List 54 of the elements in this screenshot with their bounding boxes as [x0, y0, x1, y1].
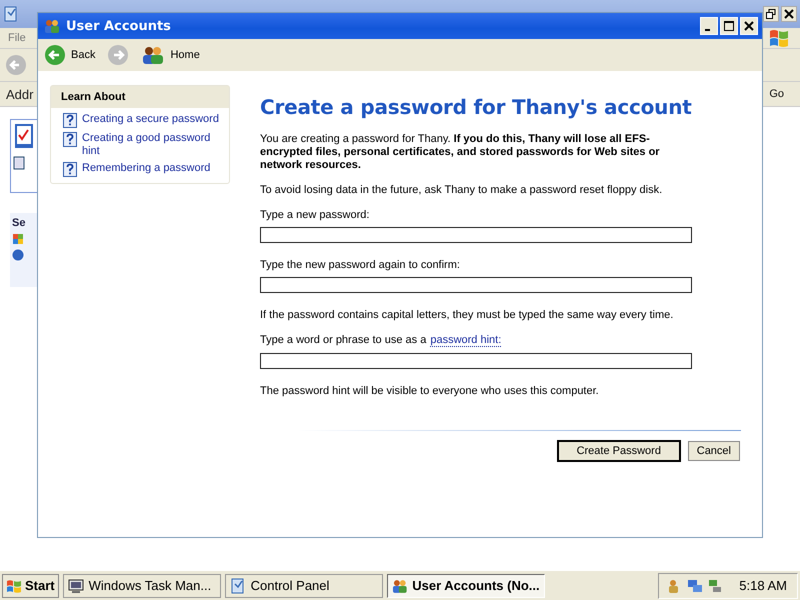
network-icon[interactable] [707, 578, 724, 594]
close-icon [744, 21, 754, 31]
network-icon[interactable] [687, 578, 704, 594]
clock: 5:18 AM [739, 578, 787, 593]
taskbar-button[interactable]: Control Panel [224, 574, 383, 598]
go-button[interactable]: Go [769, 88, 784, 100]
taskbar-button[interactable]: Windows Task Man... [62, 574, 221, 598]
users-icon [141, 45, 166, 65]
monitor-icon [68, 578, 84, 594]
page-heading: Create a password for Thany's account [260, 95, 693, 119]
dialog-button[interactable]: Create Password [558, 441, 680, 461]
dialog-button[interactable]: Cancel [688, 441, 740, 461]
help-icon [63, 113, 77, 128]
flag-logo-icon [6, 578, 22, 592]
advice-text: To avoid losing data in the future, ask Thany to make a password reset floppy disk. [260, 184, 664, 197]
panel-heading: Se [12, 217, 26, 229]
panel-heading: Learn About [51, 86, 229, 108]
checklist-icon [13, 122, 35, 150]
back-button[interactable]: Back [42, 44, 98, 66]
users-icon [44, 18, 60, 34]
address-label: Addr [6, 86, 34, 102]
field-label: Type a word or phrase to use as a [260, 334, 426, 347]
input-field[interactable] [260, 277, 692, 293]
taskbar-button[interactable]: User Accounts (No... [386, 574, 545, 598]
note-text: If the password contains capital letters, they must be typed the same way every time. [260, 309, 674, 322]
restore-button[interactable] [763, 6, 779, 22]
field-label: Type a new password: [260, 209, 370, 221]
users-icon [392, 578, 408, 594]
help-icon [63, 132, 77, 147]
menu-item[interactable]: File [8, 32, 26, 44]
note-text: The password hint will be visible to everyone who uses this computer. [260, 385, 600, 398]
window-title: User Accounts [66, 18, 171, 34]
flag-icon [12, 233, 24, 245]
help-icon [63, 162, 77, 177]
help-icon [12, 249, 24, 261]
password-hint-link[interactable]: password hint: [430, 334, 502, 347]
control-panel-icon [230, 578, 246, 594]
minimize-icon [705, 29, 710, 31]
start-button[interactable]: Start [2, 574, 59, 598]
minimize-button[interactable] [700, 17, 718, 35]
close-button[interactable] [781, 6, 797, 22]
document-icon [13, 156, 25, 170]
input-field[interactable] [260, 353, 692, 369]
help-link[interactable]: Remembering a password [82, 162, 210, 175]
home-button[interactable]: Home [139, 45, 202, 65]
maximize-icon [724, 21, 734, 31]
control-panel-icon [3, 6, 19, 22]
intro-text: You are creating a password for Thany. If you do this, Thany will lose all EFS-encrypted files, personal certificates, and stored passwords for Web sites or network resources. [260, 133, 661, 172]
flag-logo-icon [768, 28, 790, 48]
field-label: Type the new password again to confirm: [260, 259, 460, 271]
help-link[interactable]: Creating a good password hint [82, 132, 223, 158]
input-field[interactable] [260, 227, 692, 243]
maximize-button[interactable] [720, 17, 738, 35]
help-link[interactable]: Creating a secure password [82, 113, 219, 126]
